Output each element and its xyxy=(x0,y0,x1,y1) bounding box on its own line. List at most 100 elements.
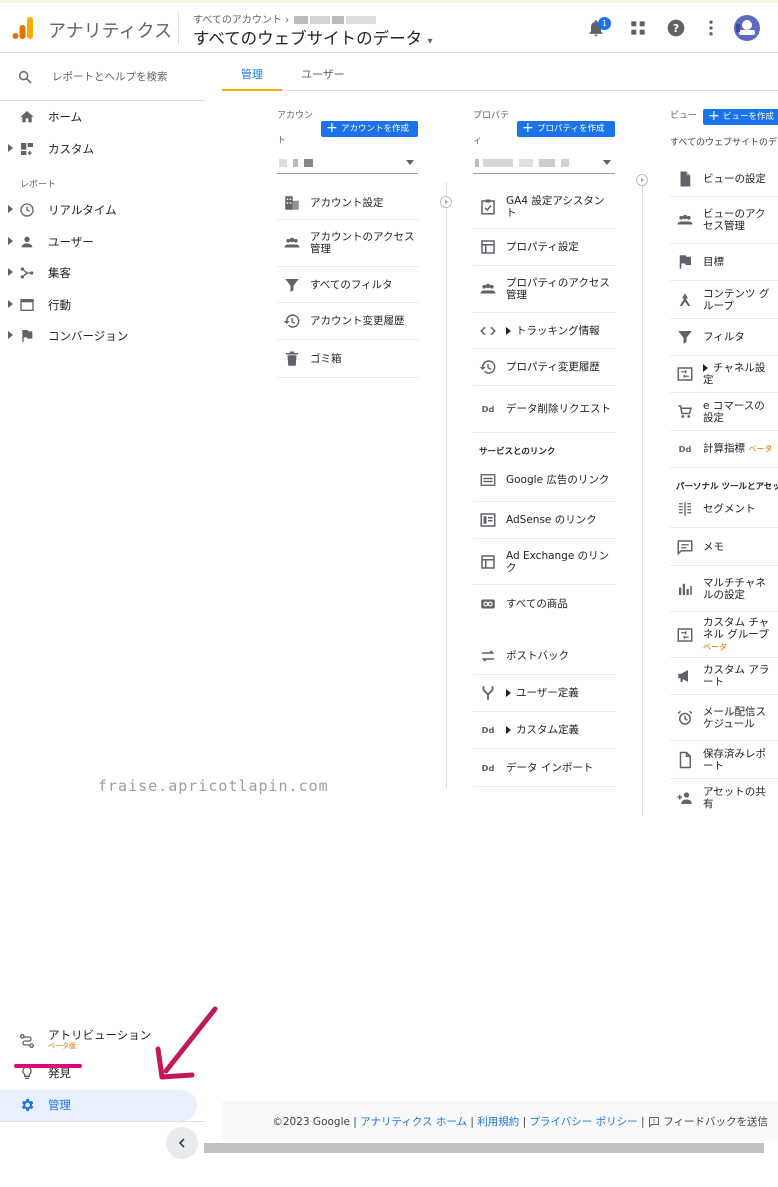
dd-icon: Dd xyxy=(679,444,692,454)
property-link-item-2[interactable]: Ad Exchange のリンク xyxy=(473,539,616,585)
view-personal-item-0[interactable]: セグメント xyxy=(670,491,778,528)
links-section-header: サービスとのリンク xyxy=(479,447,556,457)
avatar[interactable] xyxy=(733,14,761,42)
item-label: ビューのアクセス管理 xyxy=(703,208,775,232)
apps-icon[interactable] xyxy=(628,18,648,38)
sidebar-item-label: リアルタイム xyxy=(48,203,117,217)
account-selector[interactable] xyxy=(277,152,418,174)
view-item-4[interactable]: フィルタ xyxy=(670,319,778,356)
property-item-0[interactable]: GA4 設定アシスタント xyxy=(473,186,616,229)
sidebar-item-acquisition[interactable]: 集客 xyxy=(0,260,205,286)
svg-text:?: ? xyxy=(673,22,679,35)
expand-arrow-icon xyxy=(8,205,13,213)
view-item-2[interactable]: 目標 xyxy=(670,244,778,281)
swap-icon xyxy=(481,650,495,662)
app-header: アナリティクス すべてのアカウント › すべてのウェブサイトのデータ ▾ 1 ? xyxy=(0,3,778,53)
horizontal-scrollbar[interactable] xyxy=(204,1143,764,1153)
feedback-link[interactable]: フィードバックを送信 xyxy=(648,1116,768,1128)
property-item-4[interactable]: プロパティ変更履歴 xyxy=(473,349,616,386)
search-placeholder[interactable]: レポートとヘルプを検索 xyxy=(52,69,168,84)
content-group-icon xyxy=(679,292,691,306)
property-item-1[interactable]: プロパティ設定 xyxy=(473,229,616,266)
property-other-item-0[interactable]: ポストバック xyxy=(473,638,616,675)
sidebar-item-home[interactable]: ホーム xyxy=(0,104,205,130)
property-link-item-0[interactable]: Google 広告のリンク xyxy=(473,458,616,502)
view-personal-item-6[interactable]: 保存済みレポート xyxy=(670,741,778,779)
collapse-sidebar-button[interactable] xyxy=(166,1127,198,1159)
item-text: プロパティ設定 xyxy=(506,241,579,253)
expand-arrow-icon xyxy=(8,144,13,152)
view-item-0[interactable]: ビューの設定 xyxy=(670,162,778,197)
property-other-item-2[interactable]: Dd カスタム定義 xyxy=(473,712,616,749)
sidebar-item-conversions[interactable]: コンバージョン xyxy=(0,323,205,349)
people-icon xyxy=(677,214,693,225)
expand-arrow-icon xyxy=(506,689,511,697)
flag-icon xyxy=(22,330,33,342)
account-item-2[interactable]: すべてのフィルタ xyxy=(277,267,419,303)
tab-admin[interactable]: 管理 xyxy=(241,66,263,82)
privacy-link[interactable]: プライバシー ポリシー xyxy=(530,1116,638,1128)
view-item-7[interactable]: Dd 計算指標 ベータ xyxy=(670,431,778,468)
create-account-button[interactable]: + アカウントを作成 xyxy=(321,121,418,137)
sidebar-footer xyxy=(0,1121,205,1161)
property-item-2[interactable]: プロパティのアクセス管理 xyxy=(473,266,616,313)
sidebar-item-audience[interactable]: ユーザー xyxy=(0,229,205,255)
item-label: カスタム定義 xyxy=(506,724,613,736)
view-personal-item-7[interactable]: アセットの共有 xyxy=(670,779,778,816)
terms-link[interactable]: 利用規約 xyxy=(477,1116,519,1128)
item-text: すべての商品 xyxy=(506,598,568,610)
item-label: データ インポート xyxy=(506,762,613,774)
account-item-0[interactable]: アカウント設定 xyxy=(277,186,419,220)
view-personal-item-5[interactable]: メール配信スケジュール xyxy=(670,695,778,741)
item-text: コンテンツ グループ xyxy=(703,287,770,312)
item-label: すべてのフィルタ xyxy=(310,279,416,291)
sidebar-item-realtime[interactable]: リアルタイム xyxy=(0,197,205,223)
help-icon[interactable]: ? xyxy=(666,18,686,38)
breadcrumb[interactable]: すべてのアカウント › xyxy=(193,11,377,26)
property-other-item-3[interactable]: Dd データ インポート xyxy=(473,749,616,787)
chevron-down-icon xyxy=(603,160,611,165)
flag-icon xyxy=(679,255,691,269)
create-property-button[interactable]: + プロパティを作成 xyxy=(517,121,615,137)
item-text: カスタム定義 xyxy=(516,724,579,736)
view-personal-item-1[interactable]: メモ xyxy=(670,528,778,566)
property-other-item-1[interactable]: ユーザー定義 xyxy=(473,675,616,712)
analytics-home-link[interactable]: アナリティクス ホーム xyxy=(360,1116,467,1128)
item-label: データ削除リクエスト xyxy=(506,403,613,415)
property-item-3[interactable]: トラッキング情報 xyxy=(473,313,616,349)
view-item-6[interactable]: e コマースの設定 xyxy=(670,393,778,431)
app-name[interactable]: アナリティクス xyxy=(48,17,172,43)
view-item-3[interactable]: コンテンツ グループ xyxy=(670,281,778,319)
tab-user[interactable]: ユーザー xyxy=(301,66,345,82)
sidebar-item-custom[interactable]: カスタム xyxy=(0,136,205,162)
account-item-3[interactable]: アカウント変更履歴 xyxy=(277,303,419,340)
item-label: Ad Exchange のリンク xyxy=(506,550,613,574)
view-personal-item-3[interactable]: カスタム チャネル グループ ベータ xyxy=(670,612,778,658)
search-bar[interactable]: レポートとヘルプを検索 xyxy=(0,53,205,101)
view-item-5[interactable]: チャネル設定 xyxy=(670,356,778,393)
property-link-item-1[interactable]: AdSense のリンク xyxy=(473,502,616,539)
view-selector-dropdown[interactable]: すべてのウェブサイトのデータ xyxy=(670,135,778,148)
account-item-4[interactable]: ゴミ箱 xyxy=(277,340,419,378)
sidebar-item-admin[interactable]: 管理 xyxy=(0,1092,205,1118)
sidebar-item-behavior[interactable]: 行動 xyxy=(0,292,205,318)
account-item-1[interactable]: アカウントのアクセス管理 xyxy=(277,220,419,267)
highlight-underline xyxy=(14,1064,82,1068)
watermark: fraise.apricotlapin.com xyxy=(98,777,329,795)
view-personal-item-4[interactable]: カスタム アラート xyxy=(670,658,778,695)
create-view-button[interactable]: + ビューを作成 xyxy=(703,109,778,125)
item-label: トラッキング情報 xyxy=(506,325,613,337)
property-item-5[interactable]: Dd データ削除リクエスト xyxy=(473,386,616,433)
view-item-1[interactable]: ビューのアクセス管理 xyxy=(670,197,778,244)
expand-arrow-icon xyxy=(8,300,13,308)
view-personal-item-2[interactable]: マルチチャネルの設定 xyxy=(670,566,778,612)
item-label: プロパティ変更履歴 xyxy=(506,361,613,373)
more-vert-icon[interactable] xyxy=(701,18,721,38)
property-selector[interactable] xyxy=(473,152,615,174)
sidebar-item-label: 管理 xyxy=(48,1098,71,1112)
history-icon xyxy=(283,314,300,328)
property-link-item-3[interactable]: すべての商品 xyxy=(473,585,616,623)
view-selector[interactable]: すべてのウェブサイトのデータ ▾ xyxy=(193,25,432,49)
analytics-logo-icon[interactable] xyxy=(12,16,34,40)
expand-arrow-icon xyxy=(8,268,13,276)
